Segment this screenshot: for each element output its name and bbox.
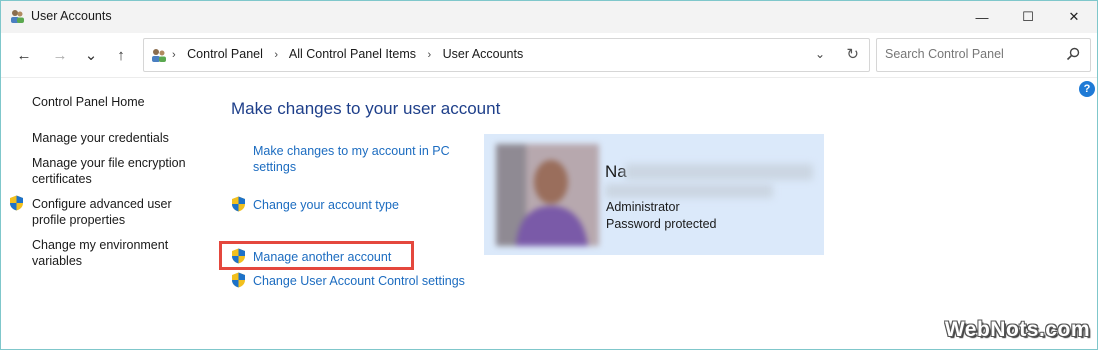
task-uac-settings-link[interactable]: Change User Account Control settings	[253, 273, 493, 289]
uac-shield-icon	[232, 196, 245, 212]
breadcrumb-user-accounts[interactable]: User Accounts	[443, 47, 524, 61]
user-accounts-icon	[11, 10, 24, 23]
maximize-icon: ☐	[1022, 9, 1034, 24]
address-dropdown-icon[interactable]: ⌄	[815, 47, 825, 61]
back-arrow-icon: ←	[16, 46, 32, 64]
task-pc-settings-link[interactable]: Make changes to my account in PC setting…	[253, 143, 463, 175]
control-panel-icon	[152, 49, 166, 62]
address-bar[interactable]: › Control Panel › All Control Panel Item…	[143, 38, 870, 72]
breadcrumb: › Control Panel › All Control Panel Item…	[172, 47, 523, 61]
task-manage-another-account-link[interactable]: Manage another account	[253, 249, 473, 265]
search-input[interactable]	[883, 46, 1057, 62]
close-icon: ✕	[1068, 9, 1080, 24]
sidebar-item-advanced-profile[interactable]: Configure advanced user profile properti…	[32, 196, 192, 228]
sidebar-item-manage-credentials[interactable]: Manage your credentials	[32, 130, 202, 146]
minimize-icon: —	[975, 9, 989, 25]
close-button[interactable]: ✕	[1051, 1, 1097, 33]
account-card: Na Administrator Password protected	[484, 134, 824, 255]
search-box[interactable]	[876, 38, 1091, 72]
page-title: Make changes to your user account	[231, 99, 501, 118]
uac-shield-icon	[232, 272, 245, 288]
sidebar-item-file-encryption[interactable]: Manage your file encryption certificates	[32, 155, 197, 187]
breadcrumb-all-items[interactable]: All Control Panel Items	[289, 47, 416, 61]
maximize-button[interactable]: ☐	[1005, 1, 1051, 33]
breadcrumb-control-panel[interactable]: Control Panel	[187, 47, 263, 61]
window-title: User Accounts	[31, 9, 112, 23]
up-button[interactable]: ↑	[110, 44, 132, 66]
redacted-name	[625, 164, 813, 180]
title-bar: User Accounts — ☐ ✕	[1, 1, 1097, 33]
breadcrumb-separator: ›	[172, 49, 176, 61]
breadcrumb-separator[interactable]: ›	[427, 49, 431, 61]
search-icon[interactable]	[1065, 46, 1081, 62]
minimize-button[interactable]: —	[959, 1, 1005, 33]
navigation-bar: ← → ⌄ ↑ › Control Panel › All Control Pa…	[1, 33, 1097, 78]
forward-arrow-icon: →	[52, 46, 68, 64]
account-name: Na	[605, 162, 627, 181]
recent-locations-button[interactable]: ⌄	[80, 44, 102, 66]
user-accounts-window: User Accounts — ☐ ✕ ← → ⌄ ↑ › Control Pa…	[0, 0, 1098, 350]
watermark-logo: WebNots.com	[944, 318, 1090, 341]
chevron-down-icon: ⌄	[84, 47, 98, 64]
help-icon[interactable]: ?	[1079, 81, 1095, 97]
breadcrumb-separator[interactable]: ›	[274, 49, 278, 61]
uac-shield-icon	[10, 195, 23, 211]
forward-button[interactable]: →	[49, 44, 71, 66]
sidebar-item-environment-variables[interactable]: Change my environment variables	[32, 237, 192, 269]
refresh-icon[interactable]: ↻	[846, 45, 859, 63]
back-button[interactable]: ←	[13, 44, 35, 66]
redacted-email	[605, 184, 773, 198]
uac-shield-icon	[232, 248, 245, 264]
account-password-status: Password protected	[606, 217, 717, 231]
avatar	[496, 144, 599, 246]
sidebar-item-control-panel-home[interactable]: Control Panel Home	[32, 94, 202, 110]
task-change-account-type-link[interactable]: Change your account type	[253, 197, 473, 213]
up-arrow-icon: ↑	[117, 46, 125, 64]
account-role: Administrator	[606, 200, 680, 214]
